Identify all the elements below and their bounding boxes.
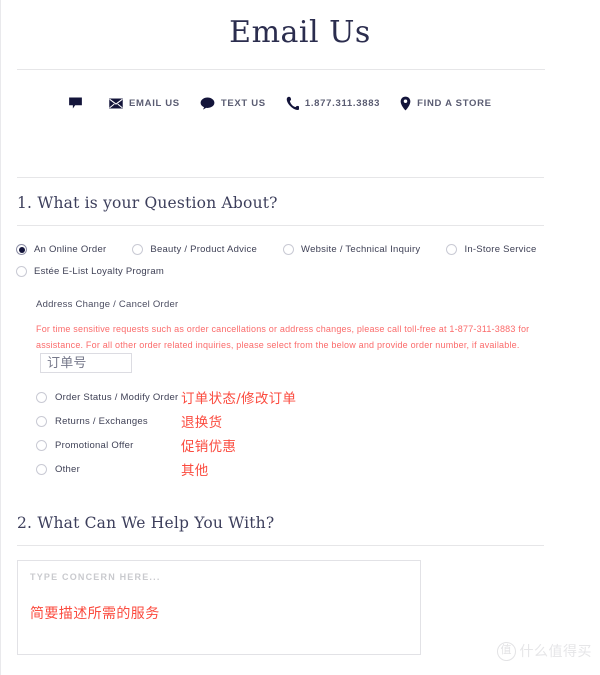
sub-option-promotional-offer[interactable]: Promotional Offer 促销优惠 — [36, 434, 600, 456]
order-subtype-radio-group: Order Status / Modify Order 订单状态/修改订单 Re… — [36, 386, 600, 480]
order-number-input-holder: 订单号 — [36, 353, 132, 373]
sub-option-returns-exchanges[interactable]: Returns / Exchanges 退换货 — [36, 410, 600, 432]
annotation-order-status: 订单状态/修改订单 — [181, 391, 297, 407]
radio-input-in-store-service[interactable] — [446, 244, 458, 255]
speech-bubble-icon — [200, 97, 215, 110]
radio-option-website-inquiry[interactable]: Website / Technical Inquiry — [283, 244, 420, 255]
concern-textarea-annotation: 简要描述所需的服务 — [30, 606, 160, 622]
question-about-radio-group: An Online Order Beauty / Product Advice … — [0, 244, 600, 288]
radio-label-website-inquiry: Website / Technical Inquiry — [301, 244, 421, 255]
section-1: 1. What is your Question About? An Onlin… — [0, 177, 600, 480]
contact-label-text: TEXT US — [220, 97, 266, 109]
contact-item-store[interactable]: FIND A STORE — [400, 96, 492, 111]
sub-label-other: Other — [55, 463, 81, 475]
envelope-icon — [109, 98, 123, 109]
online-order-panel: Address Change / Cancel Order For time s… — [36, 299, 600, 480]
section-1-title: 1. What is your Question About? — [17, 194, 278, 212]
radio-input-loyalty-program[interactable] — [16, 266, 27, 277]
phone-icon — [286, 96, 299, 110]
title-divider — [17, 69, 545, 70]
nested-heading-address-change: Address Change / Cancel Order — [36, 299, 179, 310]
warning-text: For time sensitive requests such as orde… — [36, 324, 530, 350]
radio-input-other[interactable] — [36, 463, 47, 475]
sub-label-returns-exchanges: Returns / Exchanges — [55, 415, 148, 427]
contact-item-text[interactable]: TEXT US — [200, 97, 266, 110]
annotation-returns-exchanges: 退换货 — [181, 415, 223, 431]
contact-item-chat[interactable] — [68, 96, 89, 111]
radio-option-beauty-advice[interactable]: Beauty / Product Advice — [132, 244, 257, 255]
contact-label-email: EMAIL US — [129, 97, 180, 109]
radio-label-in-store-service: In-Store Service — [464, 244, 537, 255]
section-2: 2. What Can We Help You With? TYPE CONCE… — [0, 514, 600, 655]
contact-label-store: FIND A STORE — [417, 97, 492, 109]
section-1-bottom-divider — [17, 225, 544, 226]
radio-option-loyalty-program[interactable]: Estée E-List Loyalty Program — [16, 266, 164, 277]
chat-bubble-icon — [68, 96, 83, 111]
radio-input-returns-exchanges[interactable] — [36, 415, 47, 427]
radio-input-order-status[interactable] — [36, 391, 47, 403]
radio-input-online-order[interactable] — [16, 244, 27, 255]
contact-bar: EMAIL US TEXT US 1.877.311.3883 FIND A S… — [0, 81, 600, 125]
radio-label-beauty-advice: Beauty / Product Advice — [150, 244, 258, 255]
email-us-page: Email Us EMAIL US TEXT US 1.877.311.3883… — [0, 0, 600, 675]
radio-label-loyalty-program: Estée E-List Loyalty Program — [34, 266, 165, 277]
radio-label-online-order: An Online Order — [34, 244, 107, 255]
contact-item-phone[interactable]: 1.877.311.3883 — [286, 96, 380, 110]
concern-textarea[interactable]: TYPE CONCERN HERE... 简要描述所需的服务 — [17, 560, 421, 655]
radio-input-beauty-advice[interactable] — [132, 244, 144, 255]
radio-input-promotional-offer[interactable] — [36, 439, 47, 451]
warning-text-block: For time sensitive requests such as orde… — [36, 322, 536, 373]
annotation-other: 其他 — [181, 463, 209, 479]
radio-input-website-inquiry[interactable] — [283, 244, 295, 255]
page-left-edge-rule — [0, 0, 1, 675]
section-2-divider — [17, 545, 544, 546]
radio-option-in-store-service[interactable]: In-Store Service — [446, 244, 536, 255]
annotation-promotional-offer: 促销优惠 — [181, 439, 237, 455]
map-pin-icon — [400, 96, 411, 111]
page-title: Email Us — [229, 15, 371, 50]
sub-label-promotional-offer: Promotional Offer — [55, 439, 134, 451]
contact-label-phone: 1.877.311.3883 — [304, 97, 381, 109]
sub-label-order-status: Order Status / Modify Order — [55, 391, 179, 403]
order-number-input[interactable]: 订单号 — [40, 353, 132, 373]
contact-item-email[interactable]: EMAIL US — [109, 98, 180, 109]
concern-textarea-placeholder: TYPE CONCERN HERE... — [30, 572, 161, 582]
section-2-title: 2. What Can We Help You With? — [17, 514, 275, 532]
radio-option-online-order[interactable]: An Online Order — [16, 244, 106, 255]
sub-option-other[interactable]: Other 其他 — [36, 458, 600, 480]
sub-option-order-status[interactable]: Order Status / Modify Order 订单状态/修改订单 — [36, 386, 600, 408]
